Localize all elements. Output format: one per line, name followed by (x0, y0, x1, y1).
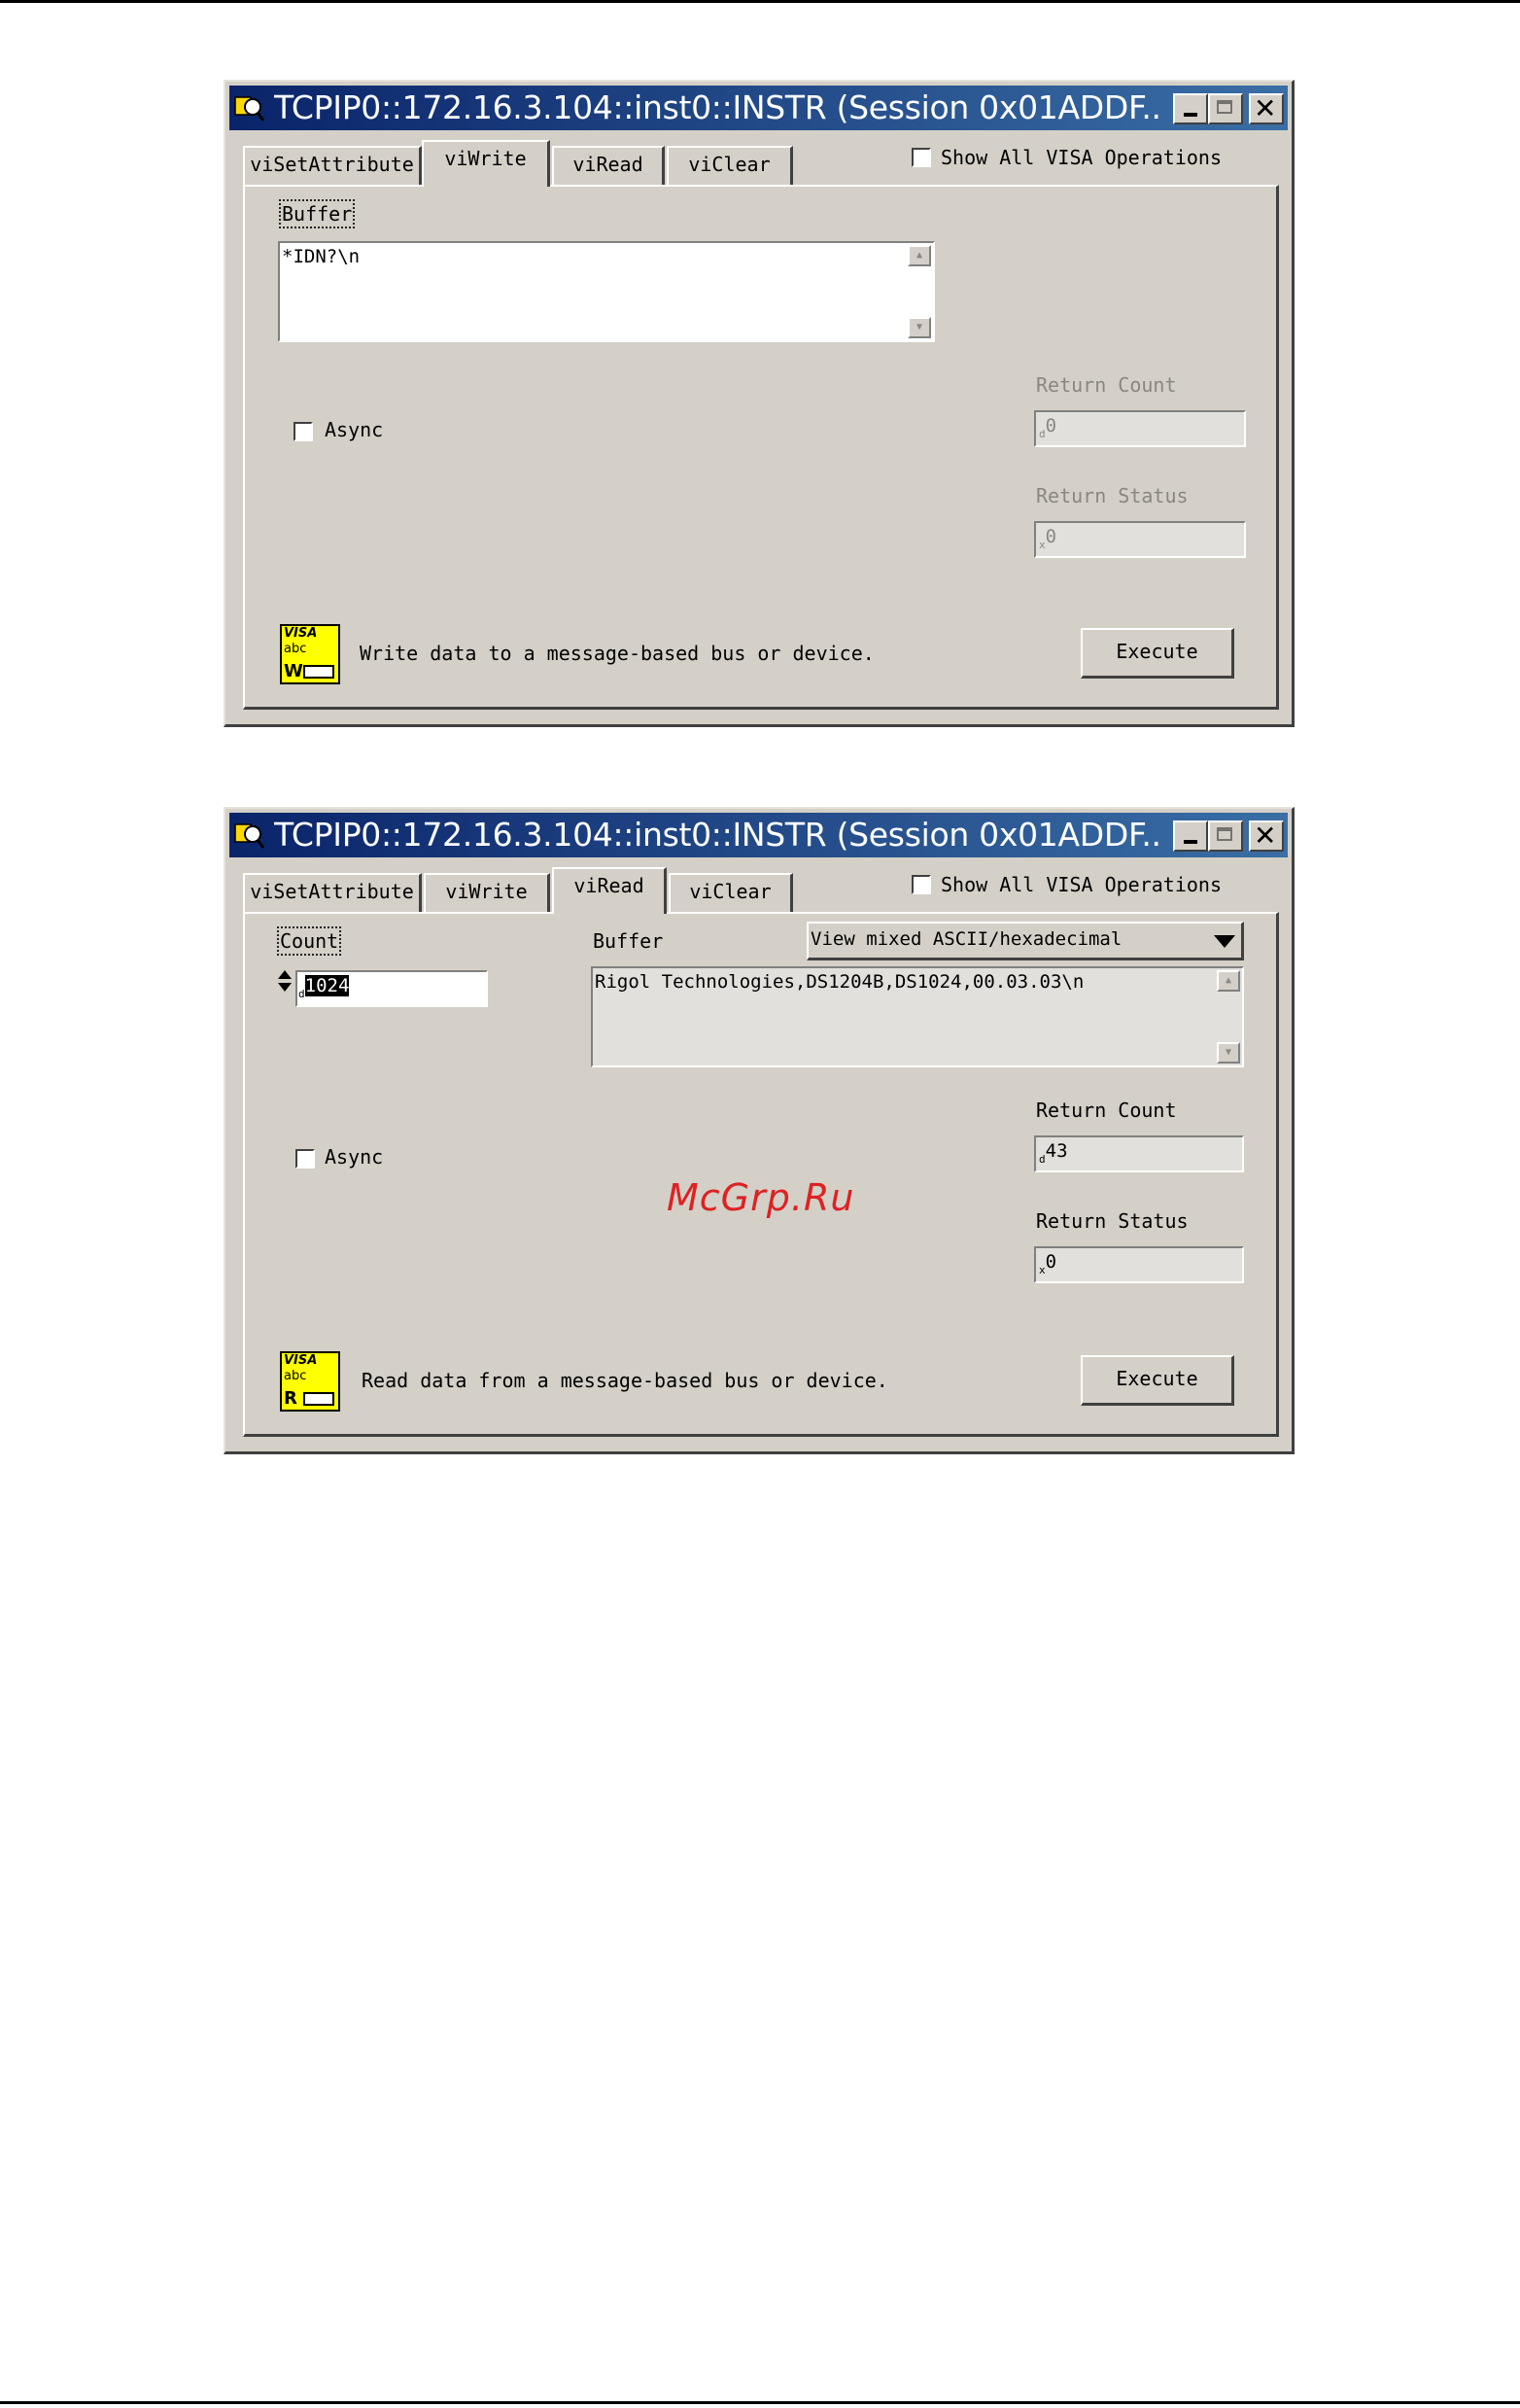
return-status-value: 0 (1045, 1251, 1057, 1273)
execute-button[interactable]: Execute (1081, 1355, 1234, 1406)
scroll-down-icon[interactable]: ▼ (1217, 1042, 1240, 1064)
return-count-value: 43 (1045, 1140, 1068, 1162)
tab-viclear[interactable]: viClear (667, 146, 793, 185)
visa-read-icon: VISA abc R (280, 1351, 340, 1412)
async-checkbox[interactable] (294, 422, 313, 441)
view-mode-value: View mixed ASCII/hexadecimal (811, 928, 1123, 950)
count-prefix: d (298, 988, 305, 1000)
title-bar[interactable]: TCPIP0::172.16.3.104::inst0::INSTR (Sess… (229, 86, 1288, 130)
minimize-button[interactable] (1173, 820, 1208, 852)
maximize-button[interactable] (1208, 820, 1243, 852)
buffer-label: Buffer (278, 199, 356, 228)
scroll-up-icon[interactable]: ▲ (908, 245, 931, 266)
increment-icon[interactable] (278, 970, 292, 979)
tab-viwrite[interactable]: viWrite (422, 140, 550, 187)
return-count-field: d0 (1034, 410, 1246, 447)
return-status-field: x0 (1034, 521, 1246, 558)
view-mode-dropdown[interactable]: View mixed ASCII/hexadecimal (807, 922, 1244, 960)
show-all-operations-checkbox[interactable] (912, 875, 931, 894)
buffer-scrollbar[interactable]: ▲ ▼ (908, 245, 931, 338)
visa-icon-abc: abc (284, 642, 307, 656)
visa-session-window-write: TCPIP0::172.16.3.104::inst0::INSTR (Sess… (224, 80, 1295, 727)
buffer-label: Buffer (593, 929, 664, 953)
visa-session-window-read: TCPIP0::172.16.3.104::inst0::INSTR (Sess… (224, 807, 1295, 1454)
return-count-field: d43 (1034, 1135, 1244, 1172)
title-bar[interactable]: TCPIP0::172.16.3.104::inst0::INSTR (Sess… (229, 813, 1288, 857)
async-label: Async (325, 1145, 384, 1169)
buffer-textarea[interactable]: Rigol Technologies,DS1204B,DS1024,00.03.… (591, 966, 1244, 1067)
visa-icon-letter: W (284, 661, 303, 681)
show-all-operations-label: Show All VISA Operations (941, 146, 1222, 169)
visa-icon-letter: R (284, 1388, 297, 1409)
return-status-prefix: x (1039, 539, 1046, 551)
close-icon: ✕ (1254, 92, 1277, 124)
return-status-label: Return Status (1036, 484, 1189, 507)
app-icon (234, 96, 264, 122)
visa-icon-text: VISA (284, 626, 318, 641)
count-input[interactable]: d1024 (295, 970, 488, 1007)
dropdown-arrow-icon (1214, 935, 1235, 948)
app-icon (234, 823, 264, 849)
device-icon (303, 665, 334, 679)
bottom-rule (0, 2401, 1520, 2404)
watermark-text: McGrp.Ru (667, 1176, 855, 1219)
window-title: TCPIP0::172.16.3.104::inst0::INSTR (Sess… (274, 90, 1161, 125)
scroll-down-icon[interactable]: ▼ (908, 317, 931, 338)
count-label: Count (276, 926, 342, 956)
buffer-scrollbar[interactable]: ▲ ▼ (1217, 970, 1240, 1064)
return-status-value: 0 (1045, 526, 1057, 547)
buffer-text: Rigol Technologies,DS1204B,DS1024,00.03.… (595, 971, 1085, 993)
return-status-field: x0 (1034, 1246, 1244, 1283)
window-title: TCPIP0::172.16.3.104::inst0::INSTR (Sess… (274, 818, 1161, 853)
tab-viclear[interactable]: viClear (669, 873, 793, 912)
buffer-text: *IDN?\n (282, 246, 361, 267)
minimize-icon (1184, 113, 1197, 117)
maximize-icon (1217, 100, 1232, 114)
minimize-icon (1184, 840, 1197, 844)
return-count-prefix: d (1039, 428, 1046, 440)
operation-description: Write data to a message-based bus or dev… (360, 642, 875, 665)
return-status-prefix: x (1039, 1264, 1046, 1276)
visa-write-icon: VISA abc W (280, 624, 340, 684)
device-icon (303, 1392, 334, 1406)
return-count-prefix: d (1039, 1153, 1046, 1166)
show-all-operations-checkbox[interactable] (912, 148, 931, 167)
count-value: 1024 (304, 975, 350, 996)
minimize-button[interactable] (1173, 93, 1208, 124)
return-count-label: Return Count (1036, 1099, 1177, 1122)
close-button[interactable]: ✕ (1249, 820, 1284, 852)
tab-visetattribute[interactable]: viSetAttribute (243, 873, 422, 912)
close-button[interactable]: ✕ (1249, 93, 1284, 124)
visa-icon-abc: abc (284, 1369, 307, 1383)
async-checkbox[interactable] (295, 1149, 315, 1169)
close-icon: ✕ (1254, 820, 1277, 852)
return-count-label: Return Count (1036, 373, 1177, 397)
scroll-up-icon[interactable]: ▲ (1217, 970, 1240, 992)
tab-viread[interactable]: viRead (552, 146, 665, 185)
show-all-operations-label: Show All VISA Operations (941, 873, 1222, 896)
count-spinner[interactable] (278, 970, 292, 992)
execute-button[interactable]: Execute (1081, 628, 1234, 679)
return-status-label: Return Status (1036, 1209, 1189, 1233)
tab-viwrite[interactable]: viWrite (424, 873, 550, 912)
async-label: Async (325, 418, 384, 441)
maximize-button[interactable] (1208, 93, 1243, 124)
top-rule (0, 0, 1520, 3)
visa-icon-text: VISA (284, 1353, 318, 1368)
operation-description: Read data from a message-based bus or de… (362, 1369, 888, 1392)
return-count-value: 0 (1045, 415, 1057, 436)
decrement-icon[interactable] (278, 983, 292, 992)
tab-visetattribute[interactable]: viSetAttribute (243, 146, 422, 185)
maximize-icon (1217, 827, 1232, 841)
tab-viread[interactable]: viRead (552, 867, 667, 914)
buffer-textarea[interactable]: *IDN?\n ▲ ▼ (278, 241, 935, 342)
